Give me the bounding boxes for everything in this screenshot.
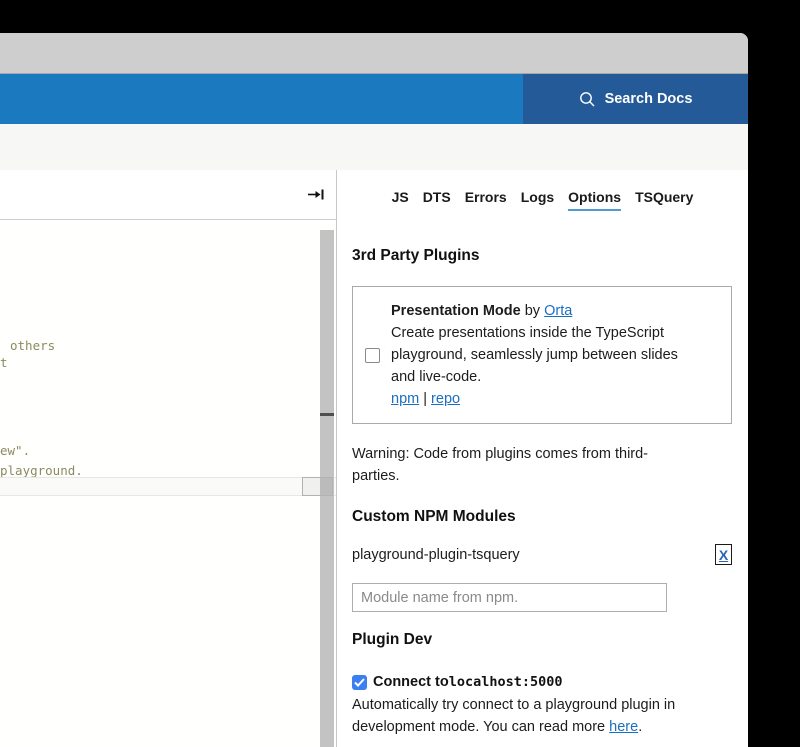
module-remove-button[interactable]: X [715, 544, 732, 565]
plugin-title: Presentation Mode [391, 303, 521, 319]
current-line-highlight [0, 477, 336, 496]
plugins-warning-text: Warning: Code from plugins comes from th… [352, 443, 682, 487]
plugin-dev-heading: Plugin Dev [352, 630, 732, 649]
connect-host: localhost:5000 [449, 674, 563, 690]
read-more-here-link[interactable]: here [609, 719, 638, 735]
line-highlight-box [302, 477, 333, 496]
plugin-npm-link[interactable]: npm [391, 391, 419, 407]
sidebar-content: 3rd Party Plugins Presentation Mode by O… [337, 246, 748, 738]
site-navbar: Search Docs [0, 74, 748, 124]
plugin-card-text: Presentation Mode by Orta Create present… [391, 300, 696, 410]
search-icon [579, 91, 596, 108]
tab-logs[interactable]: Logs [521, 188, 554, 211]
code-line: ew". [0, 443, 30, 458]
plugin-description: Create presentations inside the TypeScri… [391, 322, 696, 388]
search-docs-label: Search Docs [605, 91, 693, 107]
tab-tsquery[interactable]: TSQuery [635, 188, 693, 211]
connect-localhost-row: Connect to localhost:5000 [352, 674, 732, 690]
sidebar-panel: JS DTS Errors Logs Options TSQuery 3rd P… [337, 170, 748, 747]
plugin-enable-checkbox[interactable] [365, 348, 380, 363]
checkmark-icon [354, 678, 365, 687]
plugin-author-link[interactable]: Orta [544, 303, 572, 319]
module-name-input[interactable] [352, 583, 667, 612]
tab-errors[interactable]: Errors [465, 188, 507, 211]
editor-pane: others t ew". playground. [0, 170, 337, 747]
tab-options[interactable]: Options [568, 188, 621, 211]
dev-desc-period: . [638, 719, 642, 735]
plugin-dev-description: Automatically try connect to a playgroun… [352, 694, 724, 738]
search-docs-button[interactable]: Search Docs [523, 74, 748, 124]
playground-toolbar [0, 124, 748, 170]
code-editor[interactable]: others t ew". playground. [0, 220, 336, 747]
code-line: others [10, 338, 55, 353]
plugin-by-label: by [521, 303, 544, 319]
code-line: t [0, 355, 8, 370]
link-separator: | [419, 391, 431, 407]
editor-header [0, 170, 336, 220]
third-party-plugins-heading: 3rd Party Plugins [352, 246, 732, 265]
tab-dts[interactable]: DTS [423, 188, 451, 211]
connect-localhost-checkbox[interactable] [352, 675, 367, 690]
browser-titlebar [0, 33, 748, 74]
overview-ruler-mark [320, 413, 334, 416]
plugin-repo-link[interactable]: repo [431, 391, 460, 407]
plugin-title-line: Presentation Mode by Orta [391, 300, 696, 322]
tab-js[interactable]: JS [392, 188, 409, 211]
main-content: others t ew". playground. JS DTS Errors … [0, 170, 748, 747]
custom-npm-modules-heading: Custom NPM Modules [352, 507, 732, 526]
code-line: playground. [0, 463, 83, 478]
module-list-item: playground-plugin-tsquery X [352, 543, 732, 566]
tab-indent-icon[interactable] [307, 188, 325, 201]
plugin-links: npm | repo [391, 388, 696, 410]
playground-window: Search Docs others t ew". playground. [0, 33, 748, 747]
connect-label: Connect to [373, 674, 449, 690]
sidebar-tabs: JS DTS Errors Logs Options TSQuery [337, 170, 748, 211]
plugin-card: Presentation Mode by Orta Create present… [352, 286, 732, 424]
module-name: playground-plugin-tsquery [352, 547, 520, 563]
